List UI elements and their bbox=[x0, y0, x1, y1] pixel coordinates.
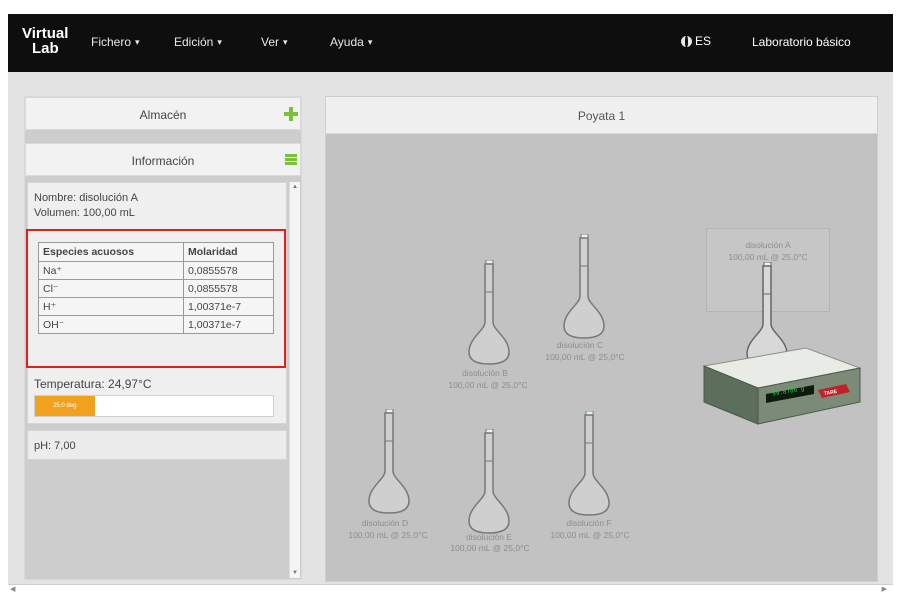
almacen-header[interactable]: Almacén bbox=[25, 97, 301, 130]
informacion-title: Información bbox=[131, 154, 195, 168]
flask-c-detail: 100,00 mL @ 25,0°C bbox=[545, 352, 625, 362]
bench-title: Poyata 1 bbox=[577, 109, 626, 123]
solution-volume: Volumen: 100,00 mL bbox=[34, 207, 135, 219]
volumetric-flask-icon[interactable] bbox=[561, 234, 607, 340]
scroll-up-icon[interactable]: ▲ bbox=[292, 184, 298, 190]
brand-logo[interactable]: Virtual Lab bbox=[22, 25, 78, 59]
solution-name: Nombre: disolución A bbox=[34, 192, 138, 204]
flask-e-detail: 100,00 mL @ 25,0°C bbox=[450, 543, 530, 553]
menu-ver-label: Ver bbox=[261, 35, 280, 49]
menu-edicion[interactable]: Edición ▾ bbox=[174, 35, 222, 49]
lab-title[interactable]: Laboratorio básico bbox=[752, 35, 851, 49]
menu-ayuda[interactable]: Ayuda ▾ bbox=[330, 35, 372, 49]
brand-line-1: Virtual bbox=[22, 25, 69, 42]
chevron-down-icon: ▾ bbox=[135, 36, 140, 47]
flask-a-name: disolución A bbox=[745, 240, 791, 250]
flask-d-name: disolución D bbox=[361, 518, 409, 528]
menu-fichero-label: Fichero bbox=[91, 35, 132, 49]
flask-d-detail: 100,00 mL @ 25,0°C bbox=[348, 530, 428, 540]
menu-fichero[interactable]: Fichero ▾ bbox=[91, 35, 140, 49]
flask-f-name: disolución F bbox=[566, 518, 612, 528]
volumetric-flask-icon[interactable] bbox=[566, 411, 612, 517]
flask-f-detail: 100,00 mL @ 25,0°C bbox=[550, 530, 630, 540]
horizontal-scrollbar[interactable]: ◀ ▶ bbox=[8, 584, 893, 595]
ph-panel: pH: 7,00 bbox=[27, 430, 287, 460]
informacion-header[interactable]: Información bbox=[25, 143, 301, 176]
temperature-bar: 25.0 deg bbox=[34, 395, 274, 417]
flask-b-detail: 100,00 mL @ 25,0°C bbox=[448, 380, 528, 390]
globe-icon bbox=[681, 35, 692, 47]
navbar: Virtual Lab Fichero ▾ Edición ▾ Ver ▾ Ay… bbox=[8, 14, 893, 72]
highlight-box bbox=[26, 229, 286, 368]
sidebar-scrollbar[interactable]: ▲ ▼ bbox=[289, 182, 300, 578]
plus-icon[interactable] bbox=[284, 107, 298, 121]
list-icon[interactable] bbox=[285, 154, 297, 165]
language-selector[interactable]: ES bbox=[681, 34, 711, 48]
flask-a-detail: 100,00 mL @ 25,0°C bbox=[728, 252, 808, 262]
flask-e-name: disolución E bbox=[466, 532, 512, 542]
chevron-down-icon: ▾ bbox=[217, 36, 222, 47]
temperature-bar-fill: 25.0 deg bbox=[35, 396, 95, 416]
volumetric-flask-icon[interactable] bbox=[466, 260, 512, 366]
menu-ayuda-label: Ayuda bbox=[330, 35, 364, 49]
scroll-left-icon[interactable]: ◀ bbox=[10, 585, 15, 593]
volumetric-flask-icon[interactable] bbox=[366, 409, 412, 515]
temperature-label: Temperatura: 24,97°C bbox=[34, 377, 152, 391]
chevron-down-icon: ▾ bbox=[367, 36, 373, 47]
brand-line-2: Lab bbox=[32, 40, 59, 57]
scroll-right-icon[interactable]: ▶ bbox=[882, 585, 887, 593]
menu-edicion-label: Edición bbox=[174, 35, 214, 49]
almacen-title: Almacén bbox=[139, 108, 187, 122]
flask-c-name: disolución C bbox=[556, 340, 604, 350]
language-label: ES bbox=[695, 34, 712, 48]
scroll-down-icon[interactable]: ▼ bbox=[292, 570, 298, 576]
chevron-down-icon: ▾ bbox=[283, 36, 288, 47]
flask-b-name: disolución B bbox=[462, 368, 508, 378]
ph-value: pH: 7,00 bbox=[34, 440, 76, 452]
bench-header: Poyata 1 bbox=[326, 97, 877, 134]
scale-icon[interactable] bbox=[696, 344, 864, 426]
volumetric-flask-icon[interactable] bbox=[466, 429, 512, 535]
menu-ver[interactable]: Ver ▾ bbox=[261, 35, 288, 49]
